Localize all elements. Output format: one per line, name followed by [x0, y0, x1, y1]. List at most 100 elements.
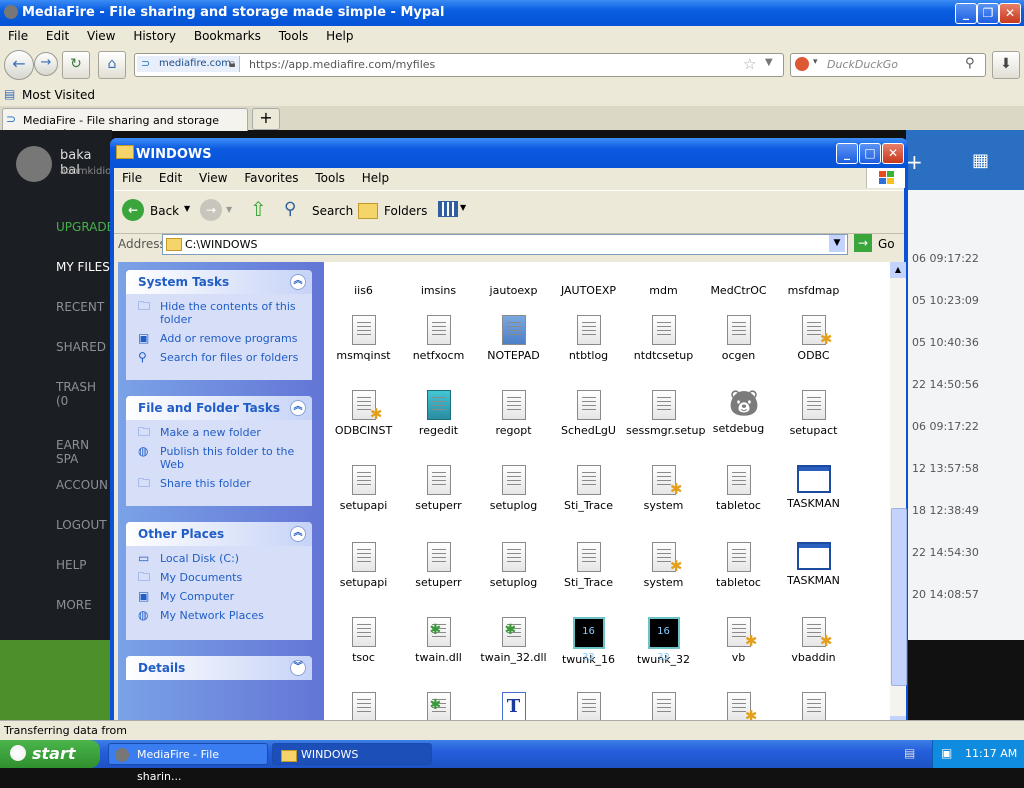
menu-edit[interactable]: Edit: [46, 26, 69, 46]
file-item[interactable]: msfdmap: [776, 262, 851, 297]
back-button[interactable]: ←: [4, 50, 34, 80]
tab-mediafire[interactable]: ⊃ MediaFire - File sharing and storage m…: [2, 108, 248, 140]
file-item[interactable]: tabletoc: [701, 542, 776, 589]
file-item[interactable]: setuplog: [476, 542, 551, 589]
grid-icon[interactable]: ▦: [972, 150, 989, 171]
file-item[interactable]: regedit: [401, 390, 476, 437]
folders-button[interactable]: Folders: [358, 199, 428, 223]
file-item[interactable]: TASKMAN: [776, 465, 851, 510]
file-item[interactable]: 16 32twunk_16: [551, 617, 626, 666]
url-text[interactable]: https://app.mediafire.com/myfiles: [249, 58, 435, 71]
file-item[interactable]: ntbtlog: [551, 315, 626, 362]
close-button[interactable]: ✕: [999, 3, 1021, 24]
file-item[interactable]: iis6: [326, 262, 401, 297]
file-item[interactable]: setupapi: [326, 542, 401, 589]
menu-history[interactable]: History: [133, 26, 176, 46]
file-item[interactable]: setuperr: [401, 542, 476, 589]
forward-button[interactable]: →: [34, 52, 58, 76]
restore-button[interactable]: ❐: [977, 3, 999, 24]
search-files-link[interactable]: ⚲ Search for files or folders: [126, 351, 312, 365]
my-documents-link[interactable]: 🗀 My Documents: [126, 571, 312, 585]
minimize-button[interactable]: _: [836, 143, 858, 164]
file-item[interactable]: tabletoc: [701, 465, 776, 512]
forward-button[interactable]: →: [200, 199, 222, 221]
my-network-places-link[interactable]: ◍ My Network Places: [126, 609, 312, 623]
vertical-scrollbar[interactable]: ▲ ▼: [890, 262, 907, 732]
publish-web-link[interactable]: ◍ Publish this folder to the Web: [126, 445, 312, 472]
file-item[interactable]: setupapi: [326, 465, 401, 512]
sidebar-item-account[interactable]: ACCOUN: [56, 478, 108, 492]
menu-help[interactable]: Help: [326, 26, 353, 46]
menu-favorites[interactable]: Favorites: [244, 168, 298, 188]
chevron-down-icon[interactable]: ▼: [829, 235, 845, 252]
file-item[interactable]: ODBC: [776, 315, 851, 362]
local-disk-link[interactable]: ▭ Local Disk (C:): [126, 552, 312, 566]
file-item[interactable]: 16 32twunk_32: [626, 617, 701, 666]
file-item[interactable]: ntdtcsetup: [626, 315, 701, 362]
file-item[interactable]: tsoc: [326, 617, 401, 664]
download-button[interactable]: ⬇: [992, 51, 1020, 79]
avatar[interactable]: [16, 146, 52, 182]
scroll-thumb[interactable]: [891, 508, 907, 686]
sidebar-item-recent[interactable]: RECENT: [56, 300, 104, 314]
file-item[interactable]: regopt: [476, 390, 551, 437]
file-item[interactable]: imsins: [401, 262, 476, 297]
search-icon[interactable]: ⚲: [965, 56, 975, 71]
site-identity[interactable]: ⊃ mediafire.com: [137, 56, 240, 72]
collapse-icon[interactable]: ︽: [290, 400, 306, 416]
sidebar-item-trash[interactable]: TRASH (0: [56, 380, 112, 408]
hide-contents-link[interactable]: 🗀 Hide the contents of this folder: [126, 300, 312, 327]
collapse-icon[interactable]: ︽: [290, 274, 306, 290]
file-item[interactable]: setupact: [776, 390, 851, 437]
bookmark-most-visited[interactable]: Most Visited: [22, 88, 95, 102]
file-item[interactable]: Sti_Trace: [551, 542, 626, 589]
views-button[interactable]: ▼: [438, 201, 468, 221]
menu-bookmarks[interactable]: Bookmarks: [194, 26, 261, 46]
expand-icon[interactable]: ︾: [290, 660, 306, 676]
menu-tools[interactable]: Tools: [315, 168, 345, 188]
file-item[interactable]: sessmgr.setup: [626, 390, 705, 437]
sidebar-item-logout[interactable]: LOGOUT: [56, 518, 107, 532]
sidebar-item-my-files[interactable]: MY FILES: [56, 260, 110, 274]
start-button[interactable]: start: [0, 740, 100, 768]
file-item[interactable]: SchedLgU: [551, 390, 626, 437]
minimize-button[interactable]: _: [955, 3, 977, 24]
search-bar[interactable]: ▾ DuckDuckGo ⚲: [790, 53, 986, 77]
url-bar[interactable]: ⊃ mediafire.com 🔒︎ https://app.mediafire…: [134, 53, 784, 77]
back-button[interactable]: ← Back ▼: [122, 199, 192, 225]
go-button[interactable]: → Go: [854, 234, 898, 254]
panel-header[interactable]: Other Places ︽: [126, 522, 312, 546]
sidebar-item-shared[interactable]: SHARED: [56, 340, 106, 354]
maximize-button[interactable]: □: [859, 143, 881, 164]
file-item[interactable]: mdm: [626, 262, 701, 297]
file-item[interactable]: vb: [701, 617, 776, 664]
file-item[interactable]: netfxocm: [401, 315, 476, 362]
file-item[interactable]: setuplog: [476, 465, 551, 512]
file-item[interactable]: TASKMAN: [776, 542, 851, 587]
menu-file[interactable]: File: [8, 26, 28, 46]
file-item[interactable]: JAUTOEXP: [551, 262, 626, 297]
make-new-folder-link[interactable]: 🗀 Make a new folder: [126, 426, 312, 440]
file-item[interactable]: NOTEPAD: [476, 315, 551, 362]
scroll-up-icon[interactable]: ▲: [890, 262, 906, 278]
engine-dropdown-icon[interactable]: ▾: [813, 57, 818, 67]
file-item[interactable]: system: [626, 542, 701, 589]
sidebar-item-help[interactable]: HELP: [56, 558, 87, 572]
panel-header[interactable]: Details ︾: [126, 656, 312, 680]
file-item[interactable]: jautoexp: [476, 262, 551, 297]
address-input[interactable]: C:\WINDOWS ▼: [162, 234, 848, 255]
file-item[interactable]: system: [626, 465, 701, 512]
keyboard-icon[interactable]: ▤: [904, 746, 915, 760]
add-icon[interactable]: +: [906, 150, 923, 174]
file-item[interactable]: MedCtrOC: [701, 262, 776, 297]
panel-header[interactable]: File and Folder Tasks ︽: [126, 396, 312, 420]
search-placeholder[interactable]: DuckDuckGo: [827, 58, 898, 71]
up-folder-button[interactable]: ⇧: [250, 197, 267, 221]
sidebar-item-more[interactable]: MORE: [56, 598, 92, 612]
file-item[interactable]: Sti_Trace: [551, 465, 626, 512]
taskbar-item-windows[interactable]: WINDOWS: [272, 743, 432, 765]
file-item[interactable]: vbaddin: [776, 617, 851, 664]
sidebar-item-upgrade[interactable]: UPGRADE: [56, 220, 114, 234]
close-button[interactable]: ✕: [882, 143, 904, 164]
search-button[interactable]: ⚲ Search: [284, 199, 353, 223]
